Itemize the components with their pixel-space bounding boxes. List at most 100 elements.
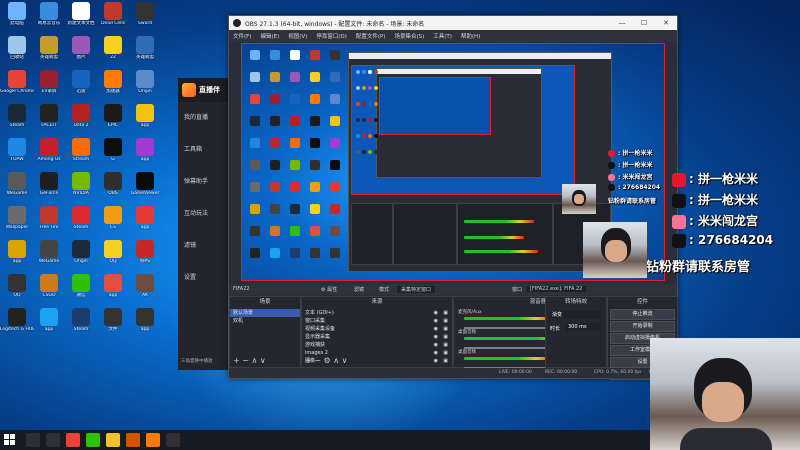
lock-icon[interactable]: ▣ xyxy=(443,349,448,357)
window-select[interactable]: [FIFA22.exe]: FIFA 22 xyxy=(526,286,587,292)
source-item[interactable]: 窗口采集 ◉ ▣ xyxy=(302,317,452,325)
visibility-eye-icon[interactable]: ◉ xyxy=(434,325,438,333)
obs-menu-item[interactable]: 工具(T) xyxy=(433,32,452,40)
desktop-icon[interactable]: app xyxy=(128,138,162,168)
maximize-button[interactable]: ☐ xyxy=(633,19,655,27)
desktop-icon[interactable]: Among Us xyxy=(32,138,66,168)
desktop-icon[interactable]: Wallpaper xyxy=(0,206,34,236)
scene-add-remove[interactable]: + − ∧ ∨ xyxy=(233,356,266,365)
windows-start-icon[interactable] xyxy=(4,434,16,446)
task-view-icon[interactable] xyxy=(46,433,60,447)
desktop-icon[interactable]: Logitech G HUB xyxy=(0,308,34,338)
desktop-icon[interactable]: 迅雷 xyxy=(64,70,98,100)
desktop-icon[interactable]: 新建文本文档 xyxy=(64,2,98,32)
desktop-icon[interactable]: Origin xyxy=(64,240,98,270)
desktop-icon[interactable]: WPS xyxy=(128,240,162,270)
desktop-icon[interactable]: TOAW xyxy=(0,138,34,168)
visibility-eye-icon[interactable]: ◉ xyxy=(434,333,438,341)
media-icon[interactable] xyxy=(126,433,140,447)
live-app-menu-item[interactable]: 滤镜 xyxy=(184,240,196,249)
visibility-eye-icon[interactable]: ◉ xyxy=(434,317,438,325)
desktop-icon[interactable]: Dead Cells xyxy=(96,2,130,32)
desktop-icon[interactable]: app xyxy=(0,240,34,270)
live-app-menu-item[interactable]: 设置 xyxy=(184,272,196,281)
desktop-icon[interactable]: 22 xyxy=(96,36,130,66)
desktop-icon[interactable]: FACEIT xyxy=(32,104,66,134)
desktop-icon[interactable]: Free Fire xyxy=(32,206,66,236)
lock-icon[interactable]: ▣ xyxy=(443,325,448,333)
lock-icon[interactable]: ▣ xyxy=(443,333,448,341)
desktop-icon[interactable]: 此电脑 xyxy=(0,2,34,32)
desktop-icon[interactable]: G xyxy=(96,138,130,168)
desktop-icon[interactable]: Google Chrome xyxy=(0,70,34,100)
desktop-icon[interactable]: GameViewer xyxy=(128,172,162,202)
visibility-eye-icon[interactable]: ◉ xyxy=(434,341,438,349)
desktop-icon[interactable]: app xyxy=(96,274,130,304)
desktop-icon[interactable]: EPIC xyxy=(96,104,130,134)
filters-button[interactable]: 滤镜 xyxy=(354,286,364,293)
desktop-icon[interactable]: CS xyxy=(96,206,130,236)
desktop-icon[interactable]: Dota 2 xyxy=(64,104,98,134)
desktop-icon[interactable]: WeGame xyxy=(32,240,66,270)
obs-titlebar[interactable]: OBS 27.1.3 (64-bit, windows) - 配置文件: 未命名… xyxy=(229,16,677,30)
desktop-icon[interactable]: Steam xyxy=(64,308,98,338)
store-icon[interactable] xyxy=(146,433,160,447)
live-app-window[interactable]: 直播伴 我的直播 工具箱 弹幕助手 互动玩法 滤镜 设置 三角盟换中播放 xyxy=(178,78,230,370)
desktop-icon[interactable]: Sword xyxy=(128,2,162,32)
duration-input[interactable]: 300 ms xyxy=(566,323,600,331)
source-item[interactable]: 显示器采集 ◉ ▣ xyxy=(302,333,452,341)
desktop-icon[interactable]: 网易云音乐 xyxy=(32,2,66,32)
obs-menu-item[interactable]: 文件(F) xyxy=(233,32,251,40)
desktop-icon[interactable]: app xyxy=(128,308,162,338)
desktop-icon[interactable]: QQ xyxy=(0,274,34,304)
live-app-menu-item[interactable]: 互动玩法 xyxy=(184,208,208,217)
live-app-menu-item[interactable]: 工具箱 xyxy=(184,144,202,153)
control-button[interactable]: 开始录制 xyxy=(610,321,675,332)
desktop-icon[interactable]: Origin xyxy=(128,70,162,100)
desktop-icon[interactable]: CSGO xyxy=(32,274,66,304)
obs-menu-item[interactable]: 帮助(H) xyxy=(461,32,480,40)
obs-menu-item[interactable]: 配置文件(P) xyxy=(356,32,386,40)
lock-icon[interactable]: ▣ xyxy=(443,357,448,365)
transition-select[interactable]: 渐变 xyxy=(550,311,600,319)
obs-window[interactable]: OBS 27.1.3 (64-bit, windows) - 配置文件: 未命名… xyxy=(228,15,678,380)
desktop-icon[interactable]: GeForce xyxy=(32,172,66,202)
obs-menu-item[interactable]: 编辑(E) xyxy=(260,32,279,40)
scene-item[interactable]: 默认场景 xyxy=(230,309,300,317)
desktop-icon[interactable]: EV录屏 xyxy=(32,70,66,100)
mode-select[interactable]: 采集特定窗口 xyxy=(397,286,436,293)
obs-icon[interactable] xyxy=(166,433,180,447)
desktop-icon[interactable]: 英雄联盟 xyxy=(128,36,162,66)
desktop-icon[interactable]: 文件 xyxy=(96,308,130,338)
wechat-icon[interactable] xyxy=(86,433,100,447)
lock-icon[interactable]: ▣ xyxy=(443,341,448,349)
desktop-icon[interactable]: Steam xyxy=(64,206,98,236)
desktop-icon[interactable]: AK xyxy=(128,274,162,304)
live-app-menu-item[interactable]: 弹幕助手 xyxy=(184,176,208,185)
desktop-icon[interactable]: QQ xyxy=(96,240,130,270)
desktop-icon[interactable]: Stream xyxy=(64,138,98,168)
live-app-menu-item[interactable]: 我的直播 xyxy=(184,112,208,121)
desktop-icon[interactable]: Steam xyxy=(0,104,34,134)
control-button[interactable]: 停止推流 xyxy=(610,309,675,320)
folder-icon[interactable] xyxy=(106,433,120,447)
desktop-icon[interactable]: NVIDIA xyxy=(64,172,98,202)
scene-item[interactable]: 双机 xyxy=(230,317,300,325)
desktop-icon[interactable]: 回收站 xyxy=(0,36,34,66)
obs-menu-item[interactable]: 停靠窗口(D) xyxy=(316,32,347,40)
search-icon[interactable] xyxy=(26,433,40,447)
source-add-remove[interactable]: + − ⚙ ∧ ∨ xyxy=(305,356,347,365)
source-item[interactable]: 游戏捕获 ◉ ▣ xyxy=(302,341,452,349)
desktop-icon[interactable]: app xyxy=(128,206,162,236)
source-item[interactable]: 视频采集设备 ◉ ▣ xyxy=(302,325,452,333)
obs-menu-item[interactable]: 场景集合(S) xyxy=(394,32,424,40)
close-button[interactable]: ✕ xyxy=(655,19,677,27)
desktop-icon[interactable]: 加速器 xyxy=(96,70,130,100)
desktop-icon[interactable]: app xyxy=(32,308,66,338)
desktop-icon[interactable]: WeGame xyxy=(0,172,34,202)
desktop-icon[interactable]: app xyxy=(128,104,162,134)
source-item[interactable]: 文本 (GDI+) ◉ ▣ xyxy=(302,309,452,317)
desktop-icon[interactable]: 微信 xyxy=(64,274,98,304)
desktop-icon[interactable]: 图片 xyxy=(64,36,98,66)
visibility-eye-icon[interactable]: ◉ xyxy=(434,349,438,357)
